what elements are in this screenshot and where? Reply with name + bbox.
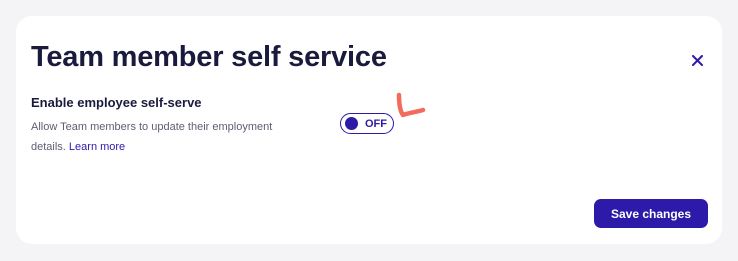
modal-title: Team member self service: [31, 41, 387, 73]
setting-label: Enable employee self-serve: [31, 95, 202, 110]
self-serve-toggle[interactable]: OFF: [340, 113, 394, 134]
setting-description-text: Allow Team members to update their emplo…: [31, 121, 273, 153]
setting-description: Allow Team members to update their emplo…: [31, 117, 301, 157]
close-icon: [691, 54, 703, 66]
self-service-modal: Team member self service Enable employee…: [16, 16, 722, 244]
learn-more-link[interactable]: Learn more: [69, 141, 125, 153]
toggle-state-label: OFF: [365, 117, 387, 130]
close-button[interactable]: [686, 49, 708, 71]
annotation-check-mark: [396, 92, 426, 118]
save-changes-button[interactable]: Save changes: [594, 199, 708, 228]
toggle-knob: [345, 117, 358, 130]
